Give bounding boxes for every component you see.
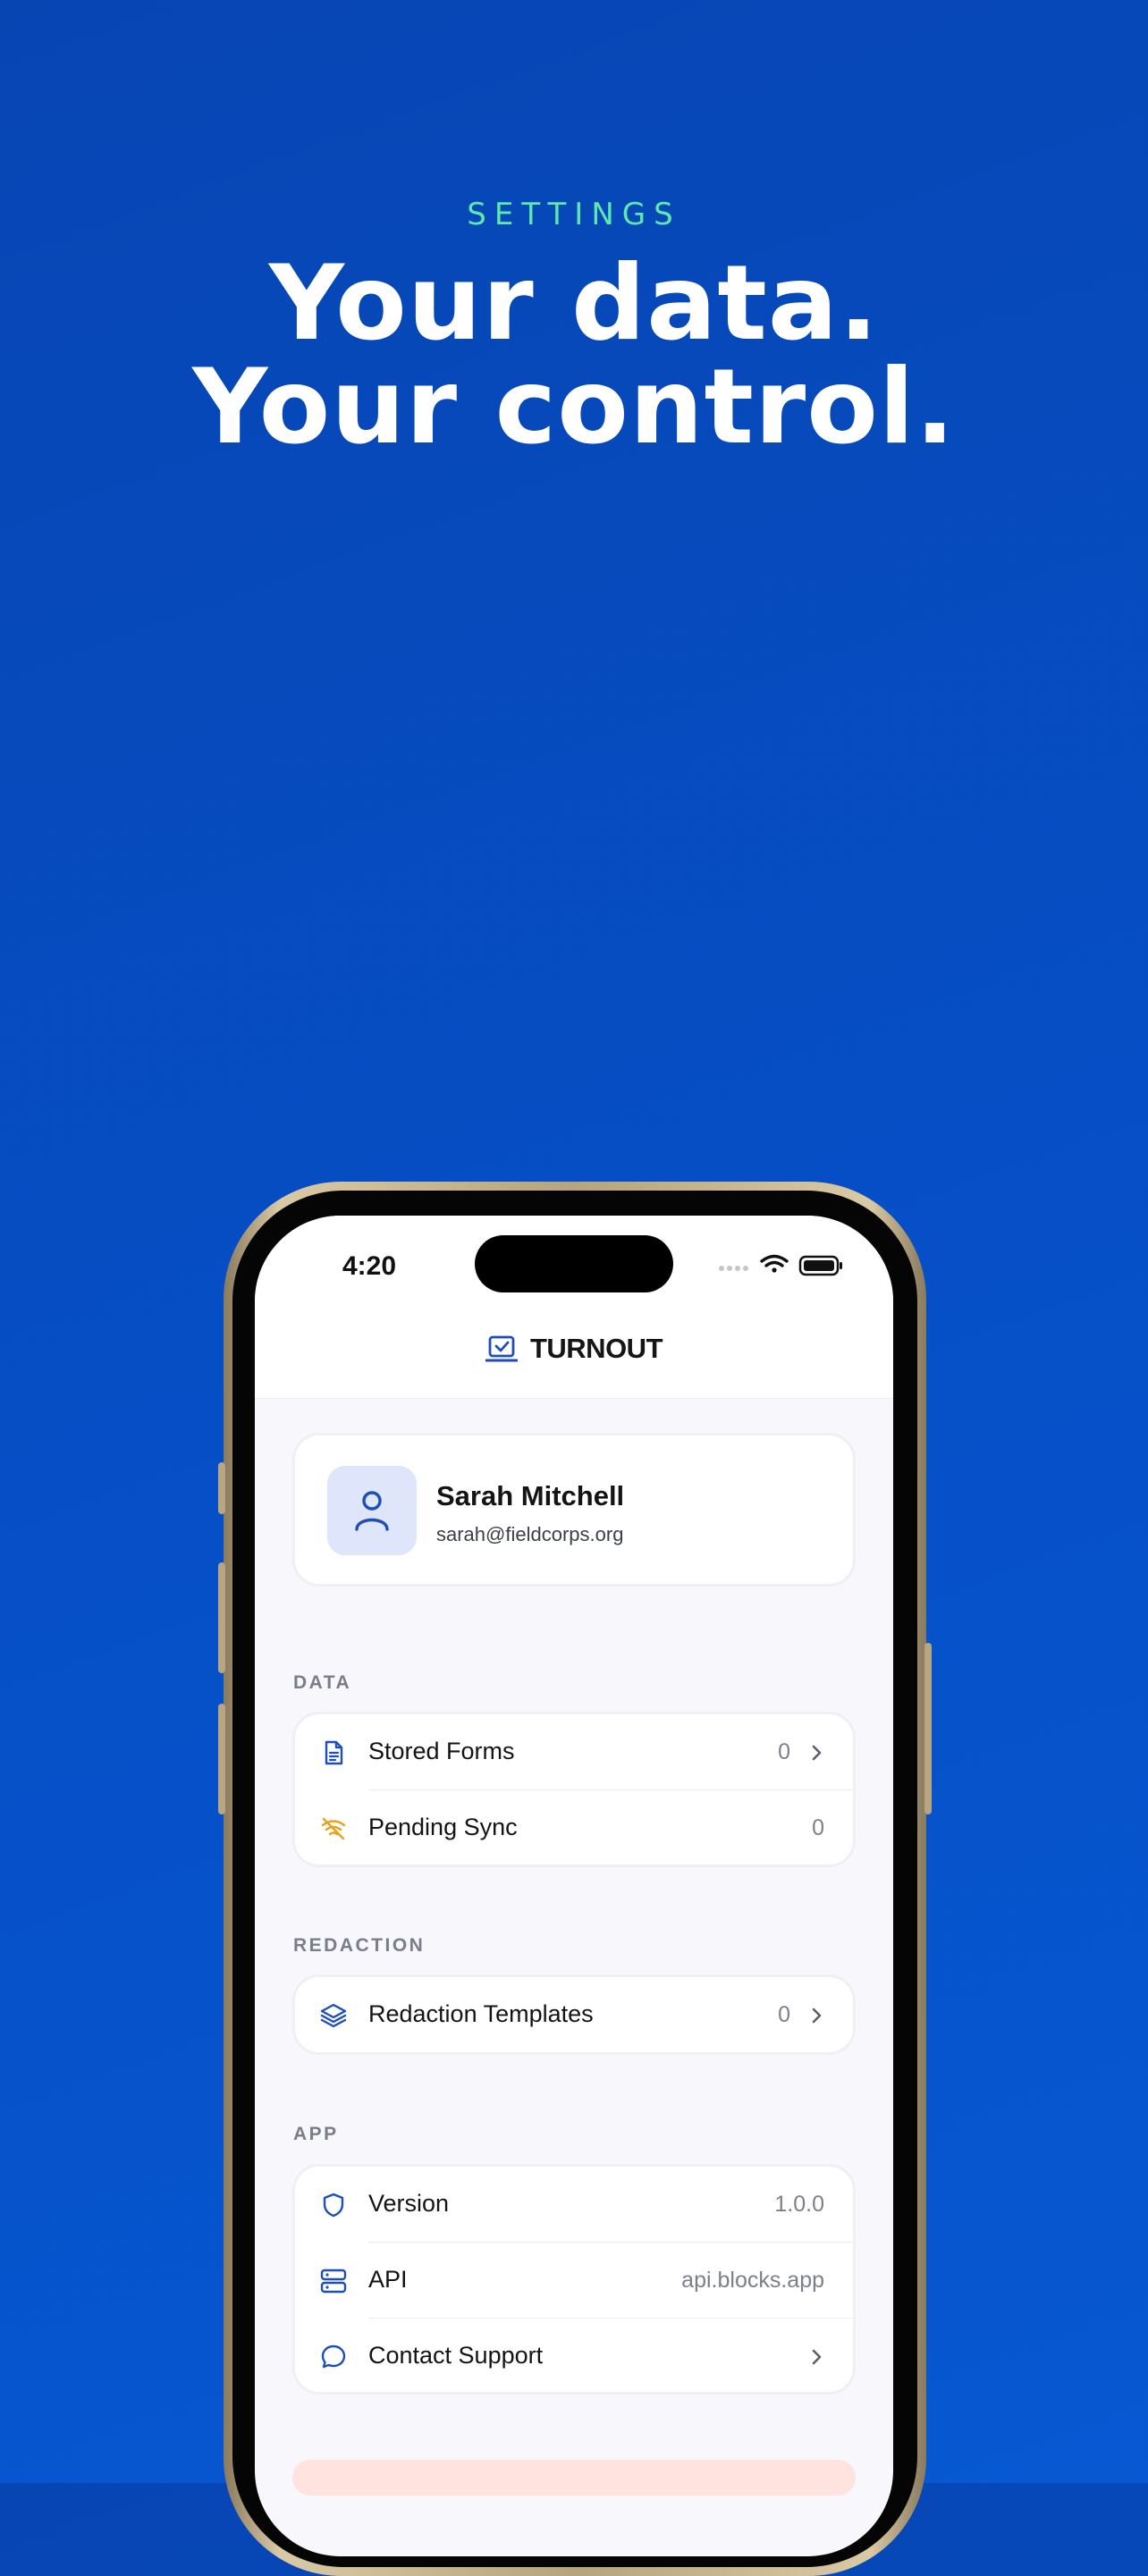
profile-name: Sarah Mitchell (436, 1480, 625, 1511)
row-label: Redaction Templates (368, 2000, 594, 2027)
hero-headline: Your data. Your control. (0, 252, 1148, 459)
server-icon (320, 2269, 347, 2294)
phone-silent-switch (218, 1462, 225, 1514)
redaction-card: Redaction Templates 0 (292, 1974, 856, 2055)
row-value: 0 (778, 1739, 790, 1764)
row-value: 1.0.0 (774, 2192, 824, 2217)
chevron-right-icon (812, 2008, 822, 2024)
layers-icon (320, 2003, 347, 2028)
status-icons (719, 1254, 842, 1276)
chat-icon (321, 2344, 346, 2369)
logo-check-icon (485, 1335, 518, 1362)
wifi-icon (760, 1254, 789, 1273)
headline-line-2: Your control. (192, 347, 956, 467)
dynamic-island (475, 1235, 673, 1292)
hero-eyebrow: SETTINGS (467, 197, 681, 232)
phone-volume-up (218, 1562, 225, 1673)
profile-email: sarah@fieldcorps.org (436, 1523, 624, 1545)
signal-dots-icon (719, 1266, 748, 1271)
row-redaction-templates[interactable]: Redaction Templates 0 (295, 1977, 853, 2052)
avatar (327, 1466, 417, 1555)
chevron-right-icon (812, 1745, 822, 1761)
headline-line-1: Your data. (268, 243, 880, 364)
battery-icon (798, 1255, 842, 1276)
row-label: Version (368, 2190, 450, 2217)
row-label: Stored Forms (368, 1738, 515, 1764)
phone-screen: 4:20 TURNOUT Sarah Mitchell sarah@fieldc… (255, 1216, 893, 2556)
row-stored-forms[interactable]: Stored Forms 0 (295, 1714, 853, 1789)
status-time: 4:20 (342, 1251, 397, 1281)
row-value: api.blocks.app (681, 2268, 824, 2293)
sign-out-button-partial[interactable] (292, 2460, 856, 2496)
phone-volume-down (218, 1704, 225, 1814)
profile-card[interactable]: Sarah Mitchell sarah@fieldcorps.org (292, 1433, 856, 1587)
row-value: 0 (812, 1815, 824, 1840)
brand: TURNOUT (255, 1326, 893, 1371)
section-label-app: APP (293, 2124, 339, 2144)
row-label: Contact Support (368, 2342, 544, 2369)
chevron-right-icon (812, 2349, 822, 2365)
row-api: API api.blocks.app (295, 2243, 853, 2318)
user-icon (355, 1491, 389, 1531)
status-bar: 4:20 (255, 1216, 893, 1323)
row-label: Pending Sync (368, 1814, 518, 1840)
phone-power-button (924, 1643, 932, 1814)
shield-icon (323, 2193, 344, 2218)
brand-name: TURNOUT (529, 1333, 663, 1364)
wifi-off-icon (321, 1817, 346, 1840)
row-pending-sync: Pending Sync 0 (295, 1790, 853, 1865)
app-header: TURNOUT (255, 1323, 893, 1399)
section-label-redaction: REDACTION (293, 1935, 426, 1956)
data-card: Stored Forms 0 Pending Sync 0 (292, 1712, 856, 1867)
app-card: Version 1.0.0 API api.blocks.app Contact… (292, 2164, 856, 2395)
row-contact-support[interactable]: Contact Support (295, 2319, 853, 2394)
document-icon (325, 1740, 343, 1765)
section-label-data: DATA (293, 1672, 352, 1693)
row-value: 0 (778, 2002, 790, 2027)
row-label: API (368, 2266, 408, 2293)
row-version: Version 1.0.0 (295, 2167, 853, 2242)
